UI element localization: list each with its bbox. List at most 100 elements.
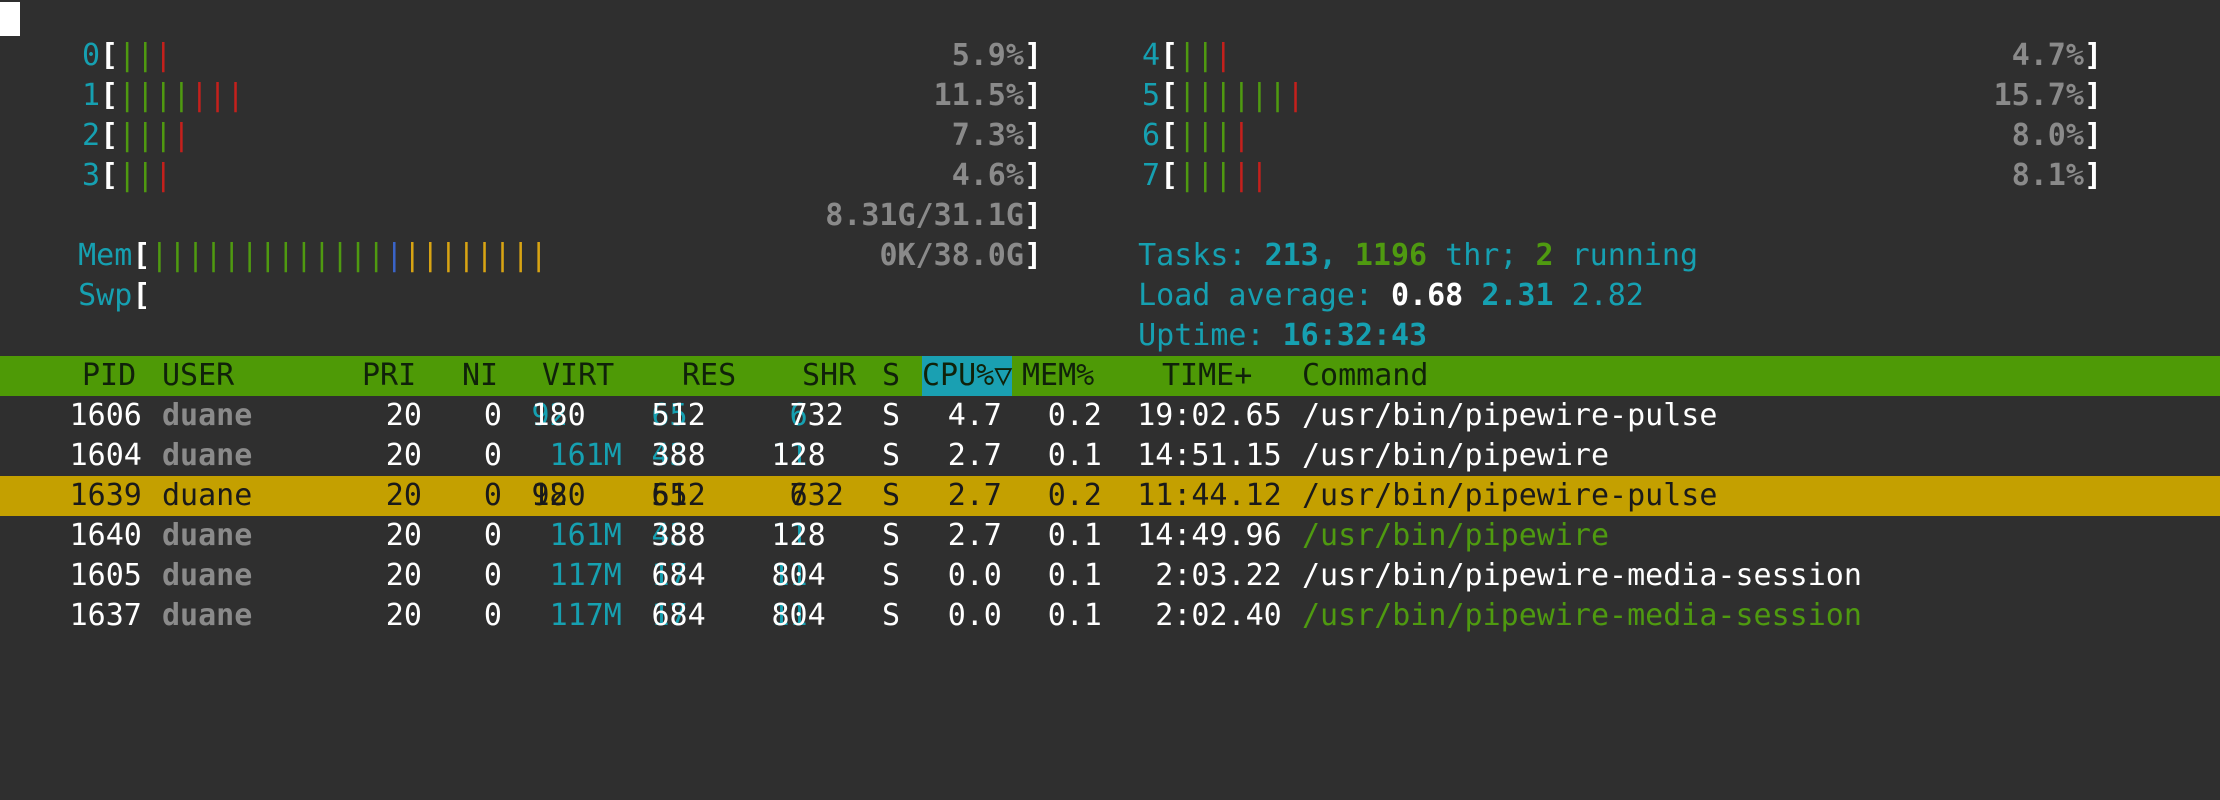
table-row[interactable]: 1637 duane 20 0 117M 17 684 11 804 S 0.0 0.1 2:02.40…: [0, 596, 2220, 636]
col-ni[interactable]: NI: [462, 356, 498, 396]
user: duane: [162, 558, 253, 593]
mem-percent: 0.2: [1047, 398, 1102, 433]
ni: 0: [483, 438, 502, 473]
pri: 20: [385, 398, 422, 433]
command: /usr/bin/pipewire-pulse: [1302, 478, 1718, 513]
cpu-percent: 7.3%: [951, 118, 1024, 153]
cpu-bar-kernel: |: [1286, 78, 1305, 113]
swp-value: 0K/38.0G: [879, 238, 1024, 273]
cpu-percent: 2.7: [947, 518, 1002, 553]
user: duane: [162, 518, 253, 553]
cpu-percent: 0.0: [947, 558, 1002, 593]
col-pid[interactable]: PID: [82, 356, 136, 396]
col-s[interactable]: S: [882, 356, 900, 396]
res-low: 684: [651, 598, 706, 633]
cpu-bar-user: |: [1196, 158, 1215, 193]
cpu-bar-user: |: [1178, 78, 1197, 113]
command: /usr/bin/pipewire-pulse: [1302, 398, 1718, 433]
mem-percent: 0.1: [1047, 438, 1102, 473]
col-shr[interactable]: SHR: [802, 356, 856, 396]
terminal-cursor: [0, 2, 20, 36]
cpu-meter-5: 5[|||||||: [1142, 76, 1305, 116]
meter-bracket-close: ]: [2083, 158, 2102, 193]
table-row[interactable]: 1606 duane 20 0 92 180 65 512 6 732 S 4.7 0.2 19:02.6…: [0, 396, 2220, 436]
uptime-value: 16:32:43: [1282, 318, 1428, 353]
cpu-bar-user: |: [1214, 78, 1233, 113]
cpu-bar-user: |: [1196, 38, 1215, 73]
cpu-percent: 0.0: [947, 598, 1002, 633]
cpu-percent: 8.0%: [2011, 118, 2084, 153]
meter-bracket-close: ]: [2083, 118, 2102, 153]
load-5min: 2.31: [1481, 278, 1554, 313]
load-average-line: Load average: 0.68 2.31 2.82: [1102, 236, 1644, 313]
cpu-bar-kernel: |: [226, 78, 245, 113]
cpu-bar-kernel: |: [1232, 118, 1251, 153]
cpu-value-wrap: 7.3%]: [702, 116, 1042, 156]
virt-high: 117M: [549, 598, 622, 633]
meter-bracket: [: [100, 118, 119, 153]
pid: 1640: [69, 518, 142, 553]
cpu-percent: 4.7%: [2011, 38, 2084, 73]
cpu-value-wrap: 8.0%]: [1762, 116, 2102, 156]
virt-high: 161M: [549, 518, 622, 553]
cpu-bar-user: |: [154, 118, 173, 153]
cpu-bar-kernel: |: [172, 118, 191, 153]
command: /usr/bin/pipewire-media-session: [1302, 558, 1862, 593]
col-pri[interactable]: PRI: [362, 356, 416, 396]
cpu-value-wrap: 15.7%]: [1762, 76, 2102, 116]
cpu-meter-6: 6[||||: [1142, 116, 1250, 156]
col-mem[interactable]: MEM%: [1022, 356, 1094, 396]
col-command[interactable]: Command: [1302, 356, 1428, 396]
cpu-bar-user: |: [1196, 78, 1215, 113]
table-row[interactable]: 1605 duane 20 0 117M 17 684 11 804 S 0.0 0.1 2:03.22…: [0, 556, 2220, 596]
cpu-percent: 2.7: [947, 478, 1002, 513]
cpu-label: 7: [1142, 158, 1161, 193]
meter-bracket-close: ]: [1023, 118, 1042, 153]
meter-bracket: [: [100, 158, 119, 193]
meter-bracket: [: [100, 78, 119, 113]
col-virt[interactable]: VIRT: [542, 356, 614, 396]
cpu-bar-user: |: [136, 78, 155, 113]
cpu-percent: 15.7%: [1993, 78, 2084, 113]
cpu-bar-user: |: [1178, 118, 1197, 153]
meter-bracket-close: ]: [2083, 78, 2102, 113]
shr-low: 732: [789, 398, 844, 433]
cpu-meter-3: 3[|||: [82, 156, 172, 196]
cpu-bar-user: |: [118, 78, 137, 113]
pri: 20: [385, 478, 422, 513]
pri: 20: [385, 558, 422, 593]
ni: 0: [483, 518, 502, 553]
time: 2:02.40: [1155, 598, 1282, 633]
cpu-meter-4: 4[|||: [1142, 36, 1232, 76]
cpu-label: 0: [82, 38, 101, 73]
pid: 1605: [69, 558, 142, 593]
user: duane: [162, 438, 253, 473]
res-low: 684: [651, 558, 706, 593]
user: duane: [162, 598, 253, 633]
cpu-bar-user: |: [118, 118, 137, 153]
table-row[interactable]: 1640 duane 20 0 161M 43 388 11 128 S 2.7 0.1 14:49.9…: [0, 516, 2220, 556]
shr-low: 128: [771, 518, 826, 553]
cpu-bar-user: |: [118, 158, 137, 193]
time: 2:03.22: [1155, 558, 1282, 593]
cpu-percent: 2.7: [947, 438, 1002, 473]
process-table-header: PID USER PRI NI VIRT RES SHR S CPU%▽ MEM…: [0, 356, 2220, 396]
cpu-label: 5: [1142, 78, 1161, 113]
col-res[interactable]: RES: [682, 356, 736, 396]
cpu-bar-user: |: [1232, 78, 1251, 113]
cpu-value-wrap: 5.9%]: [702, 36, 1042, 76]
cpu-bar-user: |: [1178, 158, 1197, 193]
table-row[interactable]: 1639 duane 20 0 92 180 65 512 6 732 S 2.7 0.2 11:44.1…: [0, 476, 2220, 516]
meter-bracket-close: ]: [2083, 38, 2102, 73]
table-row[interactable]: 1604 duane 20 0 161M 43 388 11 128 S 2.7 0.1 14:51.1…: [0, 436, 2220, 476]
mem-value: 8.31G/31.1G: [825, 198, 1024, 233]
res-low: 512: [651, 478, 706, 513]
col-user[interactable]: USER: [162, 356, 234, 396]
res-low: 388: [651, 518, 706, 553]
col-time[interactable]: TIME+: [1162, 356, 1252, 396]
col-cpu-sorted[interactable]: CPU%▽: [922, 356, 1013, 396]
state: S: [882, 518, 901, 553]
virt-high: 161M: [549, 438, 622, 473]
cpu-bar-kernel: |: [190, 78, 209, 113]
cpu-bar-kernel: |: [1232, 158, 1251, 193]
